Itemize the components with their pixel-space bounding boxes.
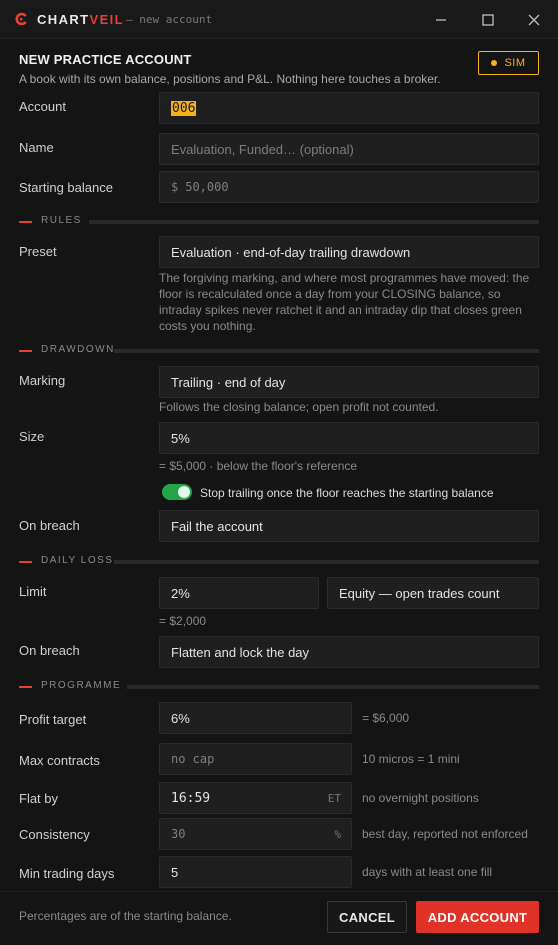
min-trading-days-value: 5 — [171, 864, 179, 880]
section-rules-title: RULES — [41, 215, 82, 226]
sim-badge: SIM — [478, 51, 539, 75]
minimize-button[interactable] — [431, 10, 451, 30]
maximize-icon — [482, 14, 494, 26]
section-drawdown: DRAWDOWN — [19, 344, 539, 358]
section-drawdown-divider — [114, 349, 539, 353]
section-drawdown-marker — [19, 350, 32, 352]
section-rules-divider — [89, 220, 539, 224]
currency-prefix: $ — [171, 180, 179, 194]
marking-label: Marking — [19, 373, 66, 388]
section-programme-marker — [19, 686, 32, 688]
size-hint: = $5,000 · below the floor's reference — [159, 459, 358, 473]
close-button[interactable] — [524, 10, 544, 30]
flat-by-input[interactable]: 16:59 ET — [159, 782, 352, 814]
flat-by-suffix: ET — [327, 791, 341, 805]
drawdown-breach-label: On breach — [19, 518, 80, 533]
daily-loss-mode-select[interactable]: Equity — open trades count — [327, 577, 539, 609]
add-account-button[interactable]: ADD ACCOUNT — [416, 901, 539, 933]
profit-target-hint: = $6,000 — [362, 711, 410, 725]
starting-balance-value: 50,000 — [185, 180, 229, 194]
daily-breach-label: On breach — [19, 643, 80, 658]
logo-icon — [15, 12, 27, 26]
flat-by-value: 16:59 — [171, 790, 211, 806]
daily-limit-hint: = $2,000 — [159, 614, 207, 628]
drawdown-breach-select[interactable]: Fail the account — [159, 510, 539, 542]
min-trading-days-input[interactable]: 5 — [159, 856, 352, 888]
stop-trailing-label: Stop trailing once the floor reaches the… — [200, 486, 494, 500]
section-daily-loss-divider — [114, 560, 539, 564]
preset-label: Preset — [19, 244, 57, 259]
name-placeholder: Evaluation, Funded… (optional) — [171, 141, 354, 157]
close-icon — [528, 14, 540, 26]
section-rules-marker — [19, 221, 32, 223]
profit-target-label: Profit target — [19, 712, 87, 727]
section-daily-loss: DAILY LOSS — [19, 555, 539, 569]
max-contracts-hint: 10 micros = 1 mini — [362, 752, 460, 766]
max-contracts-placeholder: no cap — [171, 752, 215, 766]
section-daily-loss-marker — [19, 561, 32, 563]
size-value: 5% — [171, 430, 190, 446]
marking-value: Trailing · end of day — [171, 374, 286, 390]
daily-loss-mode-value: Equity — open trades count — [339, 585, 500, 601]
min-trading-days-hint: days with at least one fill — [362, 865, 493, 879]
profit-target-input[interactable]: 6% — [159, 702, 352, 734]
consistency-suffix: % — [334, 827, 341, 841]
toggle-knob — [178, 486, 190, 498]
section-daily-loss-title: DAILY LOSS — [41, 555, 114, 566]
starting-balance-input[interactable]: $ 50,000 — [159, 171, 539, 203]
cancel-button[interactable]: CANCEL — [327, 901, 407, 933]
page-description: A book with its own balance, positions a… — [19, 72, 441, 86]
starting-balance-label: Starting balance — [19, 180, 113, 195]
daily-limit-value: 2% — [171, 585, 190, 601]
consistency-placeholder: 30 — [171, 827, 186, 841]
account-label: Account — [19, 99, 66, 114]
max-contracts-input[interactable]: no cap — [159, 743, 352, 775]
consistency-input[interactable]: 30 % — [159, 818, 352, 850]
marking-hint: Follows the closing balance; open profit… — [159, 400, 439, 414]
max-contracts-label: Max contracts — [19, 753, 100, 768]
status-dot-icon — [491, 60, 498, 66]
brand-logo: CHARTVEIL — [37, 12, 124, 27]
flat-by-hint: no overnight positions — [362, 791, 479, 805]
size-input[interactable]: 5% — [159, 422, 539, 454]
preset-value: Evaluation · end-of-day trailing drawdow… — [171, 244, 411, 260]
drawdown-breach-value: Fail the account — [171, 518, 263, 534]
page-title: NEW PRACTICE ACCOUNT — [19, 52, 192, 67]
name-input[interactable]: Evaluation, Funded… (optional) — [159, 133, 539, 165]
footer-divider — [0, 891, 558, 892]
section-drawdown-title: DRAWDOWN — [41, 344, 115, 355]
name-label: Name — [19, 140, 54, 155]
maximize-button[interactable] — [478, 10, 498, 30]
account-input[interactable]: 006 — [159, 92, 539, 124]
window-subtitle: — new account — [126, 13, 213, 26]
section-rules: RULES — [19, 215, 539, 229]
consistency-label: Consistency — [19, 827, 90, 842]
section-programme-title: PROGRAMME — [41, 680, 122, 691]
daily-limit-input[interactable]: 2% — [159, 577, 319, 609]
sim-badge-label: SIM — [504, 57, 526, 69]
preset-select[interactable]: Evaluation · end-of-day trailing drawdow… — [159, 236, 539, 268]
title-bar: CHARTVEIL — new account — [0, 0, 558, 39]
account-value: 006 — [171, 100, 197, 116]
section-programme: PROGRAMME — [19, 680, 539, 694]
min-trading-days-label: Min trading days — [19, 866, 115, 881]
footer-note: Percentages are of the starting balance. — [19, 909, 232, 923]
profit-target-value: 6% — [171, 710, 190, 726]
size-label: Size — [19, 429, 45, 444]
daily-limit-label: Limit — [19, 584, 47, 599]
preset-description: The forgiving marking, and where most pr… — [159, 271, 530, 333]
daily-breach-value: Flatten and lock the day — [171, 644, 310, 660]
marking-select[interactable]: Trailing · end of day — [159, 366, 539, 398]
section-programme-divider — [127, 685, 539, 689]
consistency-hint: best day, reported not enforced — [362, 827, 528, 841]
stop-trailing-toggle[interactable] — [162, 484, 192, 500]
minimize-icon — [436, 19, 446, 21]
flat-by-label: Flat by — [19, 791, 59, 806]
daily-breach-select[interactable]: Flatten and lock the day — [159, 636, 539, 668]
